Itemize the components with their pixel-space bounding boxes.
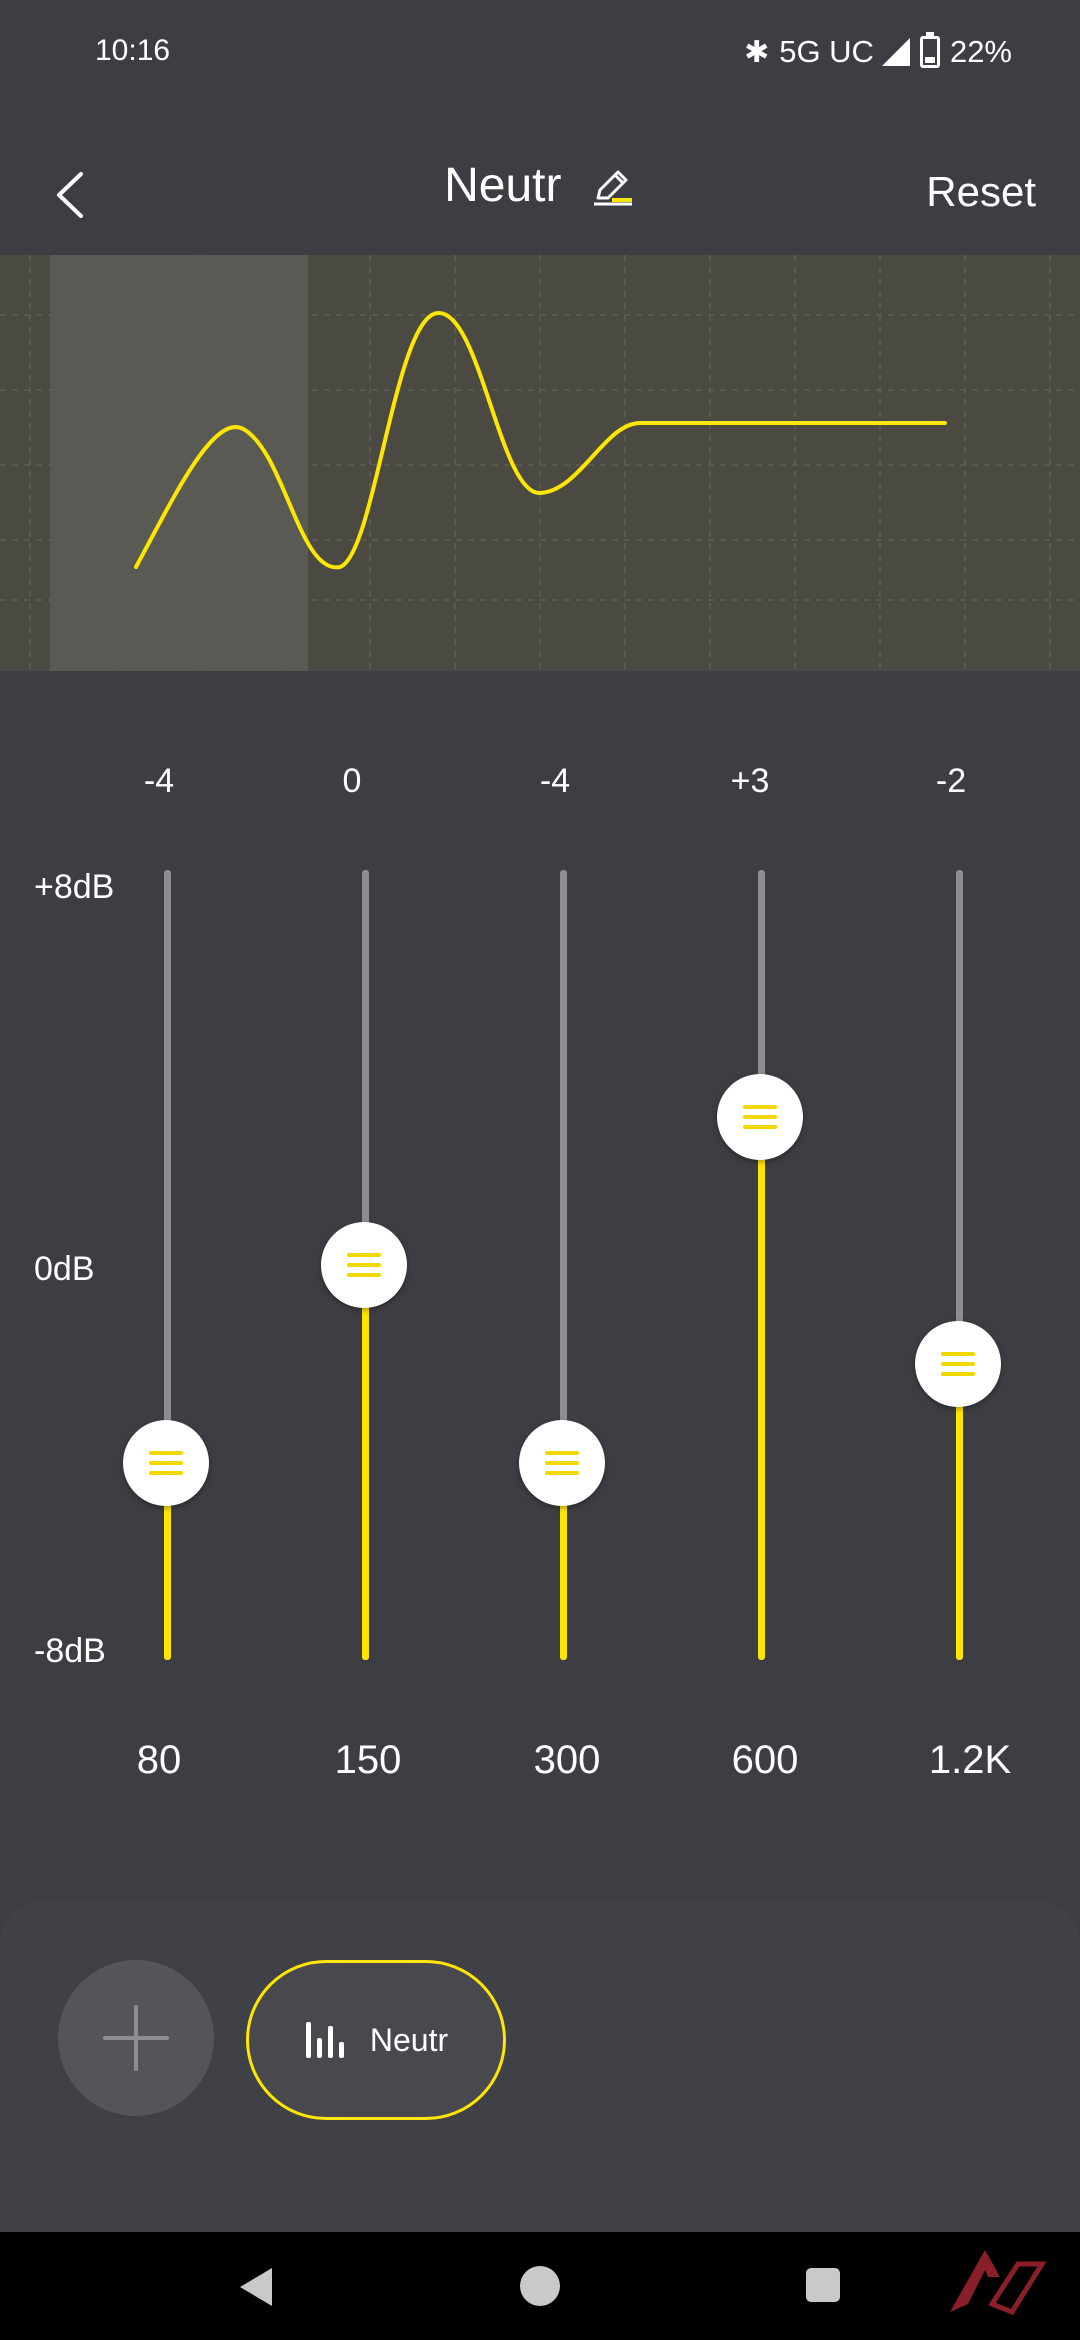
logo-watermark-icon <box>950 2250 1047 2316</box>
band-slider-80[interactable] <box>122 870 212 1660</box>
add-preset-button[interactable] <box>58 1960 214 2116</box>
preset-chip-label: Neutr <box>369 2021 449 2058</box>
db-label-mid: 0dB <box>34 1250 95 1288</box>
preset-title: Neutr <box>444 159 562 212</box>
band-value-300: -4 <box>539 762 571 800</box>
band-slider-1-2k[interactable] <box>914 870 1004 1660</box>
bluetooth-icon: ✱ <box>744 35 770 69</box>
nav-home-icon[interactable] <box>520 2266 560 2306</box>
battery-icon <box>919 32 940 68</box>
db-label-top: +8dB <box>34 868 115 906</box>
status-time: 10:16 <box>95 34 171 67</box>
nav-recents-icon[interactable] <box>806 2268 840 2302</box>
band-value-1-2k: -2 <box>935 762 967 800</box>
slider-thumb[interactable] <box>321 1222 407 1308</box>
band-slider-300[interactable] <box>518 870 608 1660</box>
network-label: 5G UC <box>779 34 874 69</box>
band-value-600: +3 <box>730 762 770 800</box>
slider-fill <box>758 1116 765 1660</box>
edit-pencil-icon[interactable] <box>588 162 636 210</box>
title-group: Neutr <box>0 158 1080 213</box>
freq-label-300: 300 <box>533 1738 601 1782</box>
status-bar: 10:16 ✱ 5G UC 22% <box>0 0 1080 110</box>
signal-icon <box>881 38 910 66</box>
freq-label-150: 150 <box>334 1738 402 1782</box>
slider-fill <box>956 1363 963 1660</box>
slider-thumb[interactable] <box>123 1419 209 1506</box>
band-values-row: -4 0 -4 +3 -2 <box>0 762 1080 812</box>
freq-label-600: 600 <box>731 1738 799 1782</box>
band-value-80: -4 <box>143 762 175 800</box>
slider-fill <box>362 1265 369 1660</box>
preset-chip-active[interactable]: Neutr <box>246 1960 506 2120</box>
nav-back-icon[interactable] <box>240 2268 272 2306</box>
system-nav-bar <box>0 2232 1080 2340</box>
eq-curve-graph[interactable] <box>0 255 1080 671</box>
eq-curve-canvas <box>0 255 1080 671</box>
freq-label-80: 80 <box>136 1738 182 1782</box>
freq-label-1-2k: 1.2K <box>928 1738 1012 1782</box>
db-label-bottom: -8dB <box>34 1632 106 1670</box>
band-value-150: 0 <box>342 762 362 800</box>
add-icon <box>103 2005 169 2071</box>
reset-button[interactable]: Reset <box>926 168 1036 216</box>
band-slider-600[interactable] <box>716 870 806 1660</box>
band-slider-150[interactable] <box>320 870 410 1660</box>
battery-percent: 22% <box>949 34 1012 69</box>
slider-thumb[interactable] <box>717 1073 803 1160</box>
equalizer-icon <box>305 2022 344 2058</box>
slider-thumb[interactable] <box>915 1320 1001 1407</box>
status-icons: ✱ 5G UC 22% <box>734 32 1012 72</box>
top-app-bar: Neutr Reset <box>0 130 1080 260</box>
slider-thumb[interactable] <box>519 1419 605 1506</box>
